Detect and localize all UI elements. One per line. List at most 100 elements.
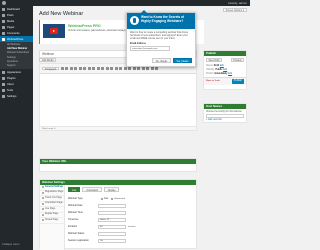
email-input[interactable]: subscriber@example.com	[130, 45, 170, 51]
redo-icon[interactable]	[150, 67, 154, 71]
plugin-icon	[2, 76, 5, 80]
add-host-link[interactable]: + Add new host	[206, 119, 244, 121]
strikethrough-icon[interactable]	[110, 67, 114, 71]
wordpress-logo-icon[interactable]	[2, 1, 6, 5]
duration-input[interactable]: 60	[98, 224, 126, 229]
link-icon[interactable]	[96, 67, 100, 71]
no-thanks-button[interactable]: No, thanks	[152, 58, 171, 63]
page-title: Add New Webinar	[39, 11, 84, 17]
cog-icon	[42, 186, 44, 189]
play-icon[interactable]	[50, 28, 58, 34]
content-editor[interactable]: Visual Text Paragraph	[39, 59, 197, 131]
settings-body: Live Automated Replay Webinar Type Live …	[68, 187, 196, 244]
undo-icon[interactable]	[146, 67, 150, 71]
tab-closed-page[interactable]: Closed Page	[40, 218, 64, 224]
paste-text-icon[interactable]	[123, 67, 127, 71]
setting-row-registration: Session registration On	[68, 237, 196, 244]
hr-icon[interactable]	[114, 67, 118, 71]
settings-tabs: General Settings Registration Page Thank…	[40, 185, 65, 250]
pin-icon	[2, 13, 5, 17]
outdent-icon[interactable]	[137, 67, 141, 71]
italic-icon[interactable]	[65, 67, 69, 71]
edit-publish-time-link[interactable]: Edit	[228, 73, 232, 75]
media-icon	[2, 19, 5, 23]
sidebar-item-settings[interactable]: Settings	[0, 93, 33, 99]
yes-please-button[interactable]: Yes, please	[172, 58, 192, 63]
read-more-icon[interactable]	[101, 67, 105, 71]
popup-title: Want to Know the Secrets of Highly Engag…	[141, 15, 185, 23]
indent-icon[interactable]	[141, 67, 145, 71]
replay-icon	[42, 213, 44, 216]
radio-live[interactable]	[101, 197, 103, 200]
clear-format-icon[interactable]	[128, 67, 132, 71]
collapse-menu-button[interactable]: Collapse menu	[2, 243, 19, 246]
broadcast-icon	[42, 208, 44, 211]
bullet-list-icon[interactable]	[69, 67, 73, 71]
setting-row-timezone: Timezone Select TZ	[68, 216, 196, 223]
host-names-help: Choose the host(s) for this webinar	[206, 111, 242, 113]
paragraph-select[interactable]: Paragraph	[42, 66, 60, 71]
webinar-url-header[interactable]: Your Webinar URL	[40, 159, 196, 164]
webinar-date-input[interactable]	[98, 203, 126, 208]
screen-options-button[interactable]: Screen Options ▾	[222, 8, 247, 12]
users-icon	[2, 82, 5, 86]
chat-bubble-icon	[130, 16, 139, 25]
webinar-icon	[2, 37, 5, 41]
blockquote-icon[interactable]	[78, 67, 82, 71]
webinar-time-input[interactable]	[98, 210, 126, 215]
popup-text: Want to how to create a compelling webin…	[130, 31, 188, 41]
edit-visibility-link[interactable]: Edit	[223, 69, 227, 71]
publish-button[interactable]: Publish	[231, 79, 244, 84]
clock-icon	[42, 202, 44, 205]
webinarpress-submenu: All Webinars Add New Webinar Webinar Sub…	[0, 42, 33, 70]
promo-video[interactable]	[43, 24, 65, 38]
lock-icon	[42, 219, 44, 222]
text-color-icon[interactable]	[119, 67, 123, 71]
publish-time-line: Publish immediately Edit	[206, 73, 233, 75]
align-right-icon[interactable]	[92, 67, 96, 71]
radio-automated[interactable]	[111, 197, 114, 200]
webinar-settings-box: Webinar Settings General Settings Regist…	[39, 179, 197, 250]
preview-button[interactable]: Preview	[230, 58, 244, 62]
page-icon	[2, 25, 5, 29]
align-left-icon[interactable]	[83, 67, 87, 71]
webinar-mode-buttons: Live Automated Replay	[68, 187, 196, 192]
webinar-url-box: Your Webinar URL	[39, 158, 197, 172]
add-media-button[interactable]: Add Media	[39, 58, 57, 62]
mode-automated-button[interactable]: Automated	[82, 187, 102, 192]
setting-row-type: Webinar Type Live Automated	[68, 197, 125, 200]
move-to-trash-link[interactable]: Move to Trash	[206, 80, 220, 82]
notice-title: WebinarPress PRO	[68, 24, 101, 28]
save-draft-button[interactable]: Save Draft	[206, 58, 222, 62]
edit-status-link[interactable]: Edit	[220, 65, 224, 67]
help-icon[interactable]	[155, 67, 159, 71]
host-names-box: Host Names Choose the host(s) for this w…	[203, 103, 247, 123]
mode-replay-button[interactable]: Replay	[103, 187, 120, 192]
align-center-icon[interactable]	[87, 67, 91, 71]
brush-icon	[2, 70, 5, 74]
admin-sidebar: Dashboard Posts Media Pages Comments Web…	[0, 6, 33, 250]
wrench-icon	[2, 88, 5, 92]
setting-row-status: Webinar Status	[68, 230, 196, 237]
main-content: Add New Webinar Screen Options ▾ Webinar…	[33, 6, 250, 250]
email-label: Email Address	[130, 42, 146, 45]
timezone-select[interactable]: Select TZ	[98, 217, 126, 222]
publish-box: Publish Save Draft Preview Status: Draft…	[203, 50, 247, 90]
word-count: Word count: 0	[40, 126, 196, 130]
bold-icon[interactable]	[60, 67, 64, 71]
numbered-list-icon[interactable]	[74, 67, 78, 71]
settings-icon	[2, 94, 5, 98]
registration-select[interactable]: On	[98, 238, 126, 243]
setting-row-date: Webinar Date	[68, 202, 196, 209]
setting-row-time: Webinar Time	[68, 209, 196, 216]
special-char-icon[interactable]	[132, 67, 136, 71]
host-names-input[interactable]	[206, 114, 244, 118]
dashboard-icon	[2, 7, 5, 11]
mode-live-button[interactable]: Live	[68, 187, 81, 192]
form-icon	[42, 191, 44, 194]
toolbar-toggle-icon[interactable]	[105, 67, 109, 71]
submenu-support[interactable]: Support	[0, 64, 33, 68]
comment-icon	[2, 31, 5, 35]
setting-row-duration: Duration 60 minutes	[68, 224, 136, 229]
status-select[interactable]	[98, 231, 126, 236]
